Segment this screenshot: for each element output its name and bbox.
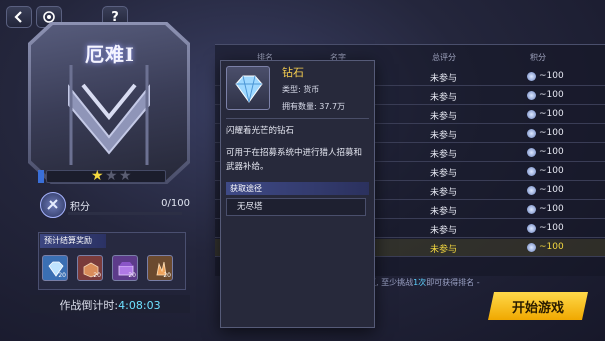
star-bar: ★ ★ ★ bbox=[46, 168, 166, 184]
reward-count: 20 bbox=[58, 272, 66, 279]
tooltip-desc-title: 闪耀着光芒的钻石 bbox=[226, 126, 295, 136]
points-gem-icon bbox=[527, 72, 536, 81]
leaderboard-footnote: 区, 至少挑战1次即可获得排名 - bbox=[368, 277, 480, 288]
reward-count: 20 bbox=[128, 272, 136, 279]
header-points: 积分 bbox=[530, 53, 546, 62]
countdown-label: 作战倒计时: bbox=[59, 299, 119, 312]
score-progress-track bbox=[68, 212, 182, 215]
reward-label: 预计结算奖励 bbox=[40, 234, 106, 248]
row-status: 未参与 bbox=[430, 188, 458, 198]
reward-chest[interactable]: 20 bbox=[112, 255, 138, 281]
reward-crystal[interactable]: 20 bbox=[147, 255, 173, 281]
tooltip-source-item[interactable]: 无尽塔 bbox=[226, 198, 366, 216]
start-game-button[interactable]: 开始游戏 bbox=[488, 292, 588, 320]
points-gem-icon bbox=[527, 148, 536, 157]
diamond-icon bbox=[235, 75, 263, 103]
reward-count: 20 bbox=[163, 272, 171, 279]
row-points: ~100 bbox=[539, 128, 564, 138]
score-value: 0/100 bbox=[161, 198, 190, 209]
reward-count: 20 bbox=[93, 272, 101, 279]
row-status: 未参与 bbox=[430, 207, 458, 217]
row-points: ~100 bbox=[539, 204, 564, 214]
tooltip-item-name: 钻石 bbox=[282, 66, 304, 79]
row-points: ~100 bbox=[539, 71, 564, 81]
reward-diamond[interactable]: 20 bbox=[42, 255, 68, 281]
row-status: 未参与 bbox=[430, 150, 458, 160]
star-empty-icon: ★ bbox=[119, 168, 132, 184]
score-icon bbox=[40, 192, 66, 218]
star-filled-icon: ★ bbox=[91, 168, 104, 184]
tooltip-desc-body: 可用于在招募系统中进行猎人招募和武器补给。 bbox=[226, 148, 363, 172]
row-points: ~100 bbox=[539, 166, 564, 176]
back-arrow-icon bbox=[14, 11, 22, 23]
tooltip-item-icon bbox=[226, 66, 270, 110]
row-points: ~100 bbox=[539, 109, 564, 119]
row-points: ~100 bbox=[539, 242, 564, 252]
row-points: ~100 bbox=[539, 90, 564, 100]
row-points: ~100 bbox=[539, 185, 564, 195]
row-status: 未参与 bbox=[430, 131, 458, 141]
row-status: 未参与 bbox=[430, 245, 458, 255]
points-gem-icon bbox=[527, 205, 536, 214]
points-gem-icon bbox=[527, 110, 536, 119]
tooltip-divider bbox=[226, 118, 369, 119]
row-status: 未参与 bbox=[430, 93, 458, 103]
countdown: 作战倒计时:4:08:03 bbox=[30, 297, 190, 313]
reward-crate[interactable]: 20 bbox=[77, 255, 103, 281]
countdown-time: 4:08:03 bbox=[118, 299, 161, 312]
score-label: 积分 bbox=[70, 202, 90, 213]
row-points: ~100 bbox=[539, 147, 564, 157]
row-status: 未参与 bbox=[430, 226, 458, 236]
footnote-num: 1次 bbox=[413, 278, 427, 287]
star-bar-marker bbox=[38, 170, 44, 183]
row-status: 未参与 bbox=[430, 112, 458, 122]
row-status: 未参与 bbox=[430, 74, 458, 84]
points-gem-icon bbox=[527, 186, 536, 195]
row-points: ~100 bbox=[539, 223, 564, 233]
row-status: 未参与 bbox=[430, 169, 458, 179]
tooltip-item-owned: 拥有数量: 37.7万 bbox=[282, 102, 346, 111]
points-gem-icon bbox=[527, 224, 536, 233]
header-total: 总评分 bbox=[432, 53, 456, 62]
footnote-post: 即可获得排名 - bbox=[426, 278, 480, 287]
points-gem-icon bbox=[527, 243, 536, 252]
rank-title: 厄难I bbox=[85, 44, 135, 66]
back-button[interactable] bbox=[6, 6, 32, 28]
home-icon bbox=[43, 11, 55, 23]
points-gem-icon bbox=[527, 129, 536, 138]
tooltip-source-label: 获取途径 bbox=[226, 182, 369, 195]
star-empty-icon: ★ bbox=[105, 168, 118, 184]
tooltip-item-type: 类型: 货币 bbox=[282, 85, 320, 94]
points-gem-icon bbox=[527, 91, 536, 100]
points-gem-icon bbox=[527, 167, 536, 176]
